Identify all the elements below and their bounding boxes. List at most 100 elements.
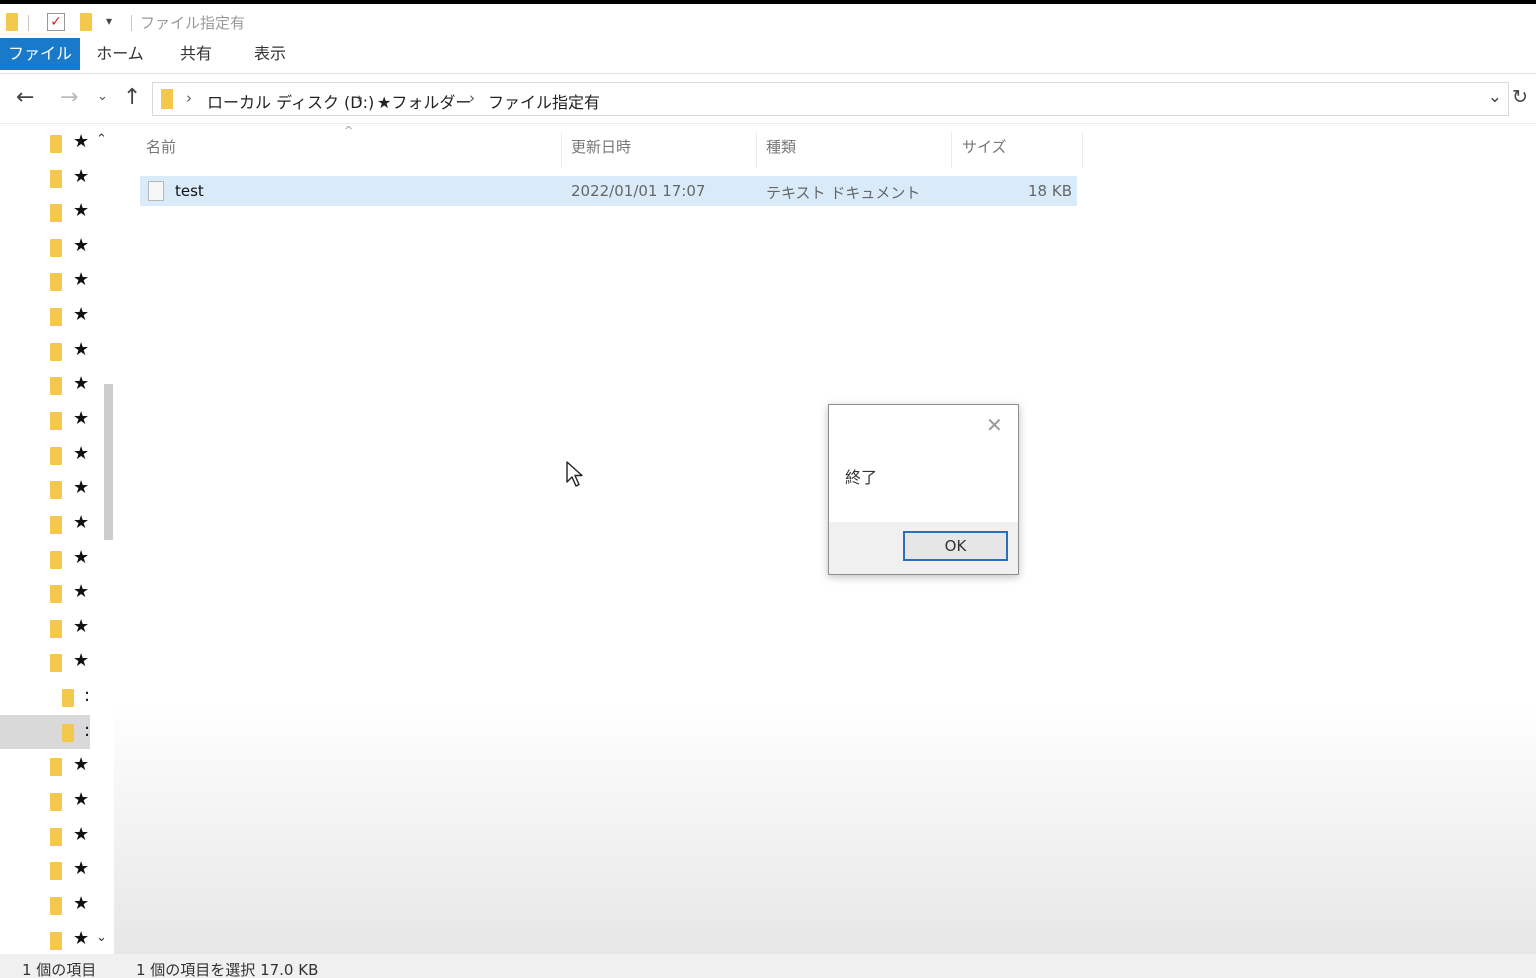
tree-item[interactable]: ★ — [0, 611, 100, 645]
close-icon[interactable]: ✕ — [986, 413, 1003, 437]
status-item-count: 1 個の項目 — [22, 961, 97, 978]
folder-icon — [62, 724, 74, 742]
folder-icon — [50, 932, 62, 950]
tree-item[interactable]: ★ — [0, 299, 100, 333]
back-arrow-icon[interactable]: ← — [16, 86, 34, 110]
tab-home[interactable]: ホーム — [88, 38, 152, 70]
dialog-footer: OK — [829, 522, 1018, 574]
folder-icon — [50, 447, 62, 465]
tab-share[interactable]: 共有 — [164, 38, 228, 70]
folder-icon — [6, 13, 18, 31]
folder-icon — [50, 239, 62, 257]
tree-item-label: ★ — [73, 477, 90, 498]
file-type: テキスト ドキュメント — [766, 184, 921, 202]
window-title: ファイル指定有 — [140, 14, 246, 32]
tree-subitem[interactable]: : — [0, 680, 100, 714]
file-list: ^ 名前 更新日時 種類 サイズ test 2022/01/01 17:07 テ… — [114, 124, 1536, 954]
tree-item[interactable]: ★ — [0, 264, 100, 298]
breadcrumb-current-folder[interactable]: ファイル指定有 — [488, 89, 600, 113]
file-name[interactable]: test — [175, 182, 204, 200]
tree-item[interactable]: ★ — [0, 334, 100, 368]
scroll-up-chevron-icon[interactable]: ⌃ — [96, 132, 107, 147]
breadcrumb-drive[interactable]: ローカル ディスク (D:) — [207, 89, 374, 113]
tree-item[interactable]: ★ — [0, 923, 100, 957]
folder-icon — [50, 481, 62, 499]
tree-item-label: ★ — [73, 581, 90, 602]
scroll-down-chevron-icon[interactable]: ⌄ — [96, 930, 107, 945]
tree-item[interactable]: ★ — [0, 403, 100, 437]
tree-item-label: ★ — [73, 789, 90, 810]
tree-item-label: ★ — [73, 443, 90, 464]
tree-item-label: ★ — [73, 893, 90, 914]
breadcrumb-chevron-icon[interactable]: › — [357, 89, 363, 107]
tree-item[interactable]: ★ — [0, 819, 100, 853]
address-dropdown-icon[interactable]: ⌄ — [1488, 87, 1502, 107]
tree-item[interactable]: ★ — [0, 784, 100, 818]
dialog-message: 終了 — [845, 468, 878, 487]
title-bar: ✓ ▾ ファイル指定有 — [0, 4, 1536, 38]
breadcrumb-star-folder[interactable]: ★フォルダー — [377, 89, 471, 113]
new-folder-icon[interactable] — [80, 13, 92, 31]
navpane-scrollbar-thumb[interactable] — [104, 384, 113, 540]
customize-quick-access-icon[interactable]: ▾ — [106, 14, 112, 28]
properties-check-icon[interactable]: ✓ — [47, 13, 65, 31]
file-modified-date: 2022/01/01 17:07 — [571, 182, 706, 200]
tree-subitem-selected[interactable]: : — [0, 715, 90, 749]
tree-item[interactable]: ★ — [0, 645, 100, 679]
column-divider[interactable] — [756, 132, 757, 168]
column-divider[interactable] — [561, 132, 562, 168]
tree-item-label: ★ — [73, 512, 90, 533]
tab-file[interactable]: ファイル — [0, 38, 80, 70]
tree-item-label: ★ — [73, 235, 90, 256]
column-divider[interactable] — [1082, 132, 1083, 168]
tree-item[interactable]: ★ — [0, 507, 100, 541]
folder-icon — [50, 758, 62, 776]
column-header-date[interactable]: 更新日時 — [571, 136, 631, 157]
folder-icon — [50, 620, 62, 638]
tree-item[interactable]: ★ — [0, 161, 100, 195]
folder-icon — [50, 793, 62, 811]
tree-item[interactable]: ★ — [0, 472, 100, 506]
refresh-icon[interactable]: ↻ — [1512, 86, 1528, 108]
tree-item-label: ★ — [73, 373, 90, 394]
column-header-name[interactable]: 名前 — [146, 136, 176, 157]
recent-locations-chevron-icon[interactable]: ⌄ — [97, 89, 108, 104]
tree-item-label: ★ — [73, 269, 90, 290]
status-bar: 1 個の項目 1 個の項目を選択 17.0 KB — [0, 954, 1536, 978]
tree-item-label: ★ — [73, 650, 90, 671]
folder-icon — [50, 170, 62, 188]
tree-item-label: ★ — [73, 616, 90, 637]
tree-item-label: ★ — [73, 131, 90, 152]
forward-arrow-icon[interactable]: → — [60, 86, 78, 110]
tree-item[interactable]: ★ — [0, 195, 100, 229]
column-divider[interactable] — [951, 132, 952, 168]
tree-item-label: : — [84, 720, 91, 741]
folder-icon — [50, 654, 62, 672]
tree-item[interactable]: ★ — [0, 126, 100, 160]
tree-item[interactable]: ★ — [0, 576, 100, 610]
navigation-bar: ← → ⌄ ↑ › ローカル ディスク (D:) › ★フォルダー › ファイル… — [0, 74, 1536, 124]
up-arrow-icon[interactable]: ↑ — [123, 86, 141, 110]
tree-item[interactable]: ★ — [0, 230, 100, 264]
folder-icon — [50, 343, 62, 361]
tree-item[interactable]: ★ — [0, 888, 100, 922]
address-bar[interactable]: › ローカル ディスク (D:) › ★フォルダー › ファイル指定有 ⌄ — [152, 82, 1509, 116]
tree-item[interactable]: ★ — [0, 853, 100, 887]
tab-view[interactable]: 表示 — [238, 38, 302, 70]
tree-item-label: ★ — [73, 928, 90, 949]
breadcrumb-chevron-icon[interactable]: › — [469, 89, 475, 107]
tree-item[interactable]: ★ — [0, 749, 100, 783]
tree-item[interactable]: ★ — [0, 542, 100, 576]
column-header-size[interactable]: サイズ — [962, 136, 1007, 157]
separator — [28, 15, 29, 31]
column-header-type[interactable]: 種類 — [766, 136, 796, 157]
folder-icon — [50, 551, 62, 569]
tree-item[interactable]: ★ — [0, 438, 100, 472]
tree-item[interactable]: ★ — [0, 368, 100, 402]
folder-icon — [50, 204, 62, 222]
ok-button[interactable]: OK — [903, 531, 1008, 561]
breadcrumb-chevron-icon[interactable]: › — [186, 89, 192, 107]
tree-item-label: : — [84, 685, 91, 706]
tree-item-label: ★ — [73, 304, 90, 325]
tree-item-label: ★ — [73, 858, 90, 879]
